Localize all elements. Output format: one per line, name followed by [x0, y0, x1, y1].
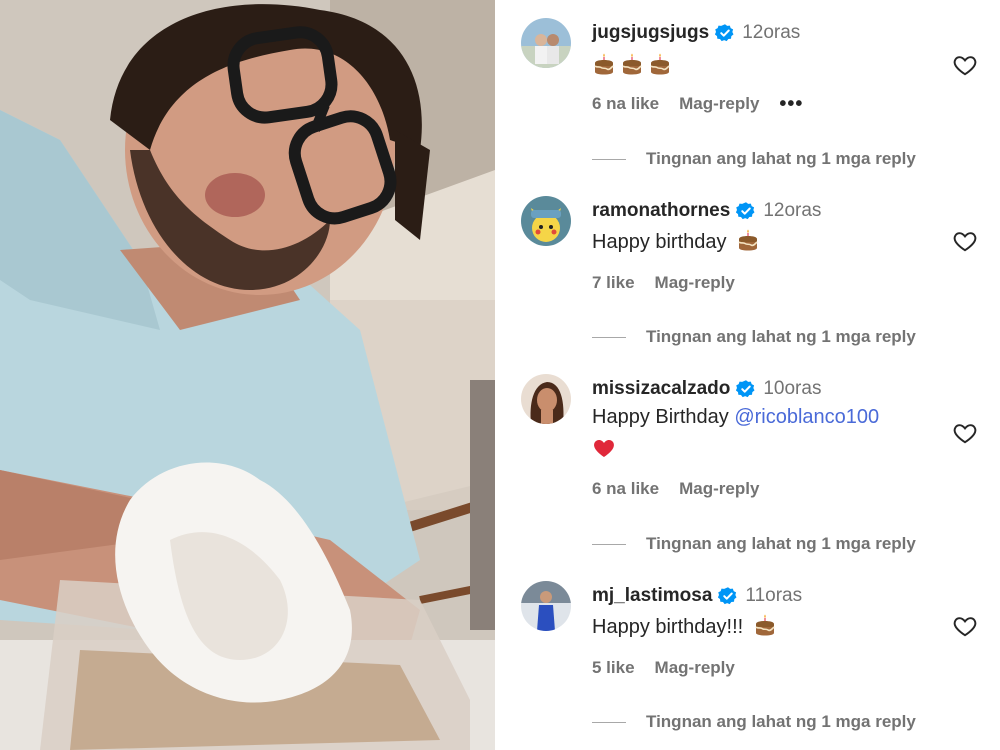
avatar[interactable]: [521, 581, 571, 631]
comment-emoji-line: [592, 436, 620, 462]
avatar-image: [521, 374, 571, 424]
comment-message: Happy birthday!!!: [592, 616, 744, 638]
verified-badge-icon: [736, 380, 755, 398]
username[interactable]: ramonathornes: [592, 200, 730, 222]
comment-text: Happy birthday: [592, 228, 764, 254]
comment-actions: 6 na like Mag-reply •••: [592, 94, 803, 114]
comment-text: Happy Birthday @ricoblanco100: [592, 406, 879, 429]
avatar[interactable]: [521, 196, 571, 246]
comment-header: mj_lastimosa 11oras: [592, 585, 802, 607]
view-replies-button[interactable]: Tingnan ang lahat ng 1 mga reply: [592, 327, 916, 347]
like-heart-button[interactable]: [952, 52, 978, 78]
reply-divider-line: [592, 721, 626, 723]
view-replies-label: Tingnan ang lahat ng 1 mga reply: [646, 327, 916, 346]
comment-time[interactable]: 12oras: [742, 22, 800, 44]
username[interactable]: missizacalzado: [592, 378, 730, 400]
avatar-image: [521, 581, 571, 631]
comment-message: Happy birthday: [592, 231, 727, 253]
like-count[interactable]: 5 like: [592, 658, 635, 678]
cake-emoji-icon: [650, 53, 670, 75]
view-replies-button[interactable]: Tingnan ang lahat ng 1 mga reply: [592, 534, 916, 554]
post-photo: [0, 0, 495, 750]
comment-time[interactable]: 11oras: [745, 585, 802, 607]
comment-header: jugsjugsjugs 12oras: [592, 22, 800, 44]
like-count[interactable]: 6 na like: [592, 479, 659, 499]
avatar-image: [521, 18, 571, 68]
view-replies-label: Tingnan ang lahat ng 1 mga reply: [646, 534, 916, 553]
view-replies-label: Tingnan ang lahat ng 1 mga reply: [646, 712, 916, 731]
cake-emoji-icon: [738, 229, 758, 251]
comment-header: missizacalzado 10oras: [592, 378, 821, 400]
heart-outline-icon: [953, 617, 977, 637]
view-replies-label: Tingnan ang lahat ng 1 mga reply: [646, 149, 916, 168]
heart-outline-icon: [953, 424, 977, 444]
reply-button[interactable]: Mag-reply: [655, 658, 735, 678]
comment-text: Happy birthday!!!: [592, 613, 781, 639]
reply-divider-line: [592, 158, 626, 160]
mention-link[interactable]: @ricoblanco100: [734, 406, 879, 428]
comment-message: Happy Birthday: [592, 406, 729, 428]
comment-time[interactable]: 12oras: [763, 200, 821, 222]
heart-outline-icon: [953, 232, 977, 252]
comment-header: ramonathornes 12oras: [592, 200, 821, 222]
cake-emoji-icon: [622, 53, 642, 75]
verified-badge-icon: [715, 24, 734, 42]
reply-button[interactable]: Mag-reply: [679, 479, 759, 499]
like-heart-button[interactable]: [952, 420, 978, 446]
reply-button[interactable]: Mag-reply: [679, 94, 759, 114]
reply-button[interactable]: Mag-reply: [655, 273, 735, 293]
username[interactable]: mj_lastimosa: [592, 585, 712, 607]
like-heart-button[interactable]: [952, 228, 978, 254]
reply-divider-line: [592, 543, 626, 545]
comments-panel: jugsjugsjugs 12oras 6 na like Mag-reply …: [497, 0, 1000, 750]
comment-actions: 6 na like Mag-reply: [592, 479, 759, 499]
comment-text: [592, 52, 676, 78]
heart-outline-icon: [953, 56, 977, 76]
reply-divider-line: [592, 336, 626, 338]
avatar[interactable]: [521, 18, 571, 68]
like-count[interactable]: 6 na like: [592, 94, 659, 114]
red-heart-emoji-icon: [594, 440, 614, 457]
verified-badge-icon: [736, 202, 755, 220]
like-heart-button[interactable]: [952, 613, 978, 639]
selfie-illustration: [0, 0, 495, 750]
comment-actions: 7 like Mag-reply: [592, 273, 735, 293]
like-count[interactable]: 7 like: [592, 273, 635, 293]
comment-actions: 5 like Mag-reply: [592, 658, 735, 678]
cake-emoji-icon: [594, 53, 614, 75]
cake-emoji-icon: [755, 614, 775, 636]
avatar-image: [521, 196, 571, 246]
view-replies-button[interactable]: Tingnan ang lahat ng 1 mga reply: [592, 149, 916, 169]
verified-badge-icon: [718, 587, 737, 605]
comment-time[interactable]: 10oras: [763, 378, 821, 400]
view-replies-button[interactable]: Tingnan ang lahat ng 1 mga reply: [592, 712, 916, 732]
username[interactable]: jugsjugsjugs: [592, 22, 709, 44]
more-options-button[interactable]: •••: [779, 94, 803, 114]
avatar[interactable]: [521, 374, 571, 424]
